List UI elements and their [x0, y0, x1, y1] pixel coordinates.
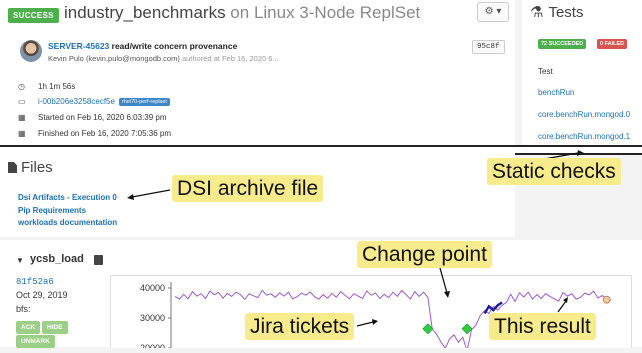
calendar-icon: ▦ [18, 129, 26, 138]
file-link[interactable]: Pip Requirements [18, 206, 86, 215]
tests-column-header[interactable]: Test [538, 67, 553, 76]
test-name: ycsb_load [30, 253, 84, 265]
page-title: industry_benchmarks on Linux 3-Node Repl… [64, 3, 421, 22]
bfs-label: bfs: [16, 304, 31, 314]
commit-hash-link[interactable]: 81f52a6 [16, 277, 54, 287]
beaker-icon: ⚗ [530, 4, 544, 21]
callout-static-checks: Static checks [487, 158, 621, 185]
calendar-icon: ▦ [18, 113, 26, 122]
files-heading: Files [8, 159, 53, 176]
callout-dsi-archive: DSI archive file [172, 175, 324, 202]
host-row: ▭ i-00b206e3258cecf5e rhel70-perf-replset [18, 97, 170, 106]
duration-row: ◷ 1h 1m 56s [18, 82, 76, 91]
status-badge: SUCCESS [8, 8, 59, 23]
unmark-button[interactable]: UNMARK [16, 335, 55, 348]
monitor-icon: ▭ [18, 97, 26, 106]
test-link[interactable]: core.benchRun.mongod.1 [538, 132, 630, 141]
callout-this-result: This result [489, 313, 596, 340]
y-tick-label: 20000 [140, 343, 165, 348]
distro-tag[interactable]: rhel70-perf-replset [118, 97, 170, 106]
y-tick-label: 30000 [140, 313, 165, 323]
commit-title: SERVER-45623 read/write concern provenan… [48, 41, 238, 51]
clock-icon: ◷ [18, 82, 25, 91]
file-link[interactable]: Dsi Artifacts - Execution 0 [18, 193, 117, 202]
finished-row: ▦ Finished on Feb 16, 2020 7:05:36 pm [18, 129, 171, 138]
build-variant: Linux 3-Node ReplSet [253, 3, 421, 22]
callout-jira-tickets: Jira tickets [245, 313, 355, 340]
file-link[interactable]: workloads documentation [18, 218, 117, 227]
tests-heading: ⚗ Tests [530, 4, 584, 21]
commit-hash-button[interactable]: 95c8f [472, 40, 505, 54]
this-result-marker[interactable] [602, 295, 611, 304]
started-row: ▦ Started on Feb 16, 2020 6:03:39 pm [18, 113, 167, 122]
gear-dropdown-button[interactable]: ⚙ ▾ [477, 2, 509, 22]
hide-button[interactable]: HIDE [42, 321, 68, 334]
test-link[interactable]: core.benchRun.mongod.0 [538, 110, 630, 119]
tests-panel: ⚗ Tests 72 SUCCEEDED 0 FAILED Test benchR… [522, 0, 642, 148]
commit-author: Kevin Pulo (kevin.pulo@mongodb.com) auth… [48, 54, 279, 63]
callout-change-point: Change point [357, 241, 492, 268]
succeeded-badge[interactable]: 72 SUCCEEDED [538, 39, 587, 49]
task-name: industry_benchmarks [64, 3, 226, 22]
ack-button[interactable]: ACK [16, 321, 41, 334]
avatar [20, 40, 42, 62]
note-icon[interactable] [94, 255, 103, 265]
file-icon [8, 162, 17, 173]
failed-badge[interactable]: 0 FAILED [597, 39, 628, 49]
host-link[interactable]: i-00b206e3258cecf5e [38, 97, 115, 106]
commit-date: Oct 29, 2019 [16, 290, 68, 300]
collapse-caret-icon[interactable]: ▼ [16, 256, 24, 265]
y-tick-label: 40000 [140, 283, 165, 293]
task-panel: SUCCESS industry_benchmarks on Linux 3-N… [0, 0, 515, 148]
test-link[interactable]: benchRun [538, 88, 574, 97]
jira-issue-link[interactable]: SERVER-45623 [48, 41, 109, 51]
